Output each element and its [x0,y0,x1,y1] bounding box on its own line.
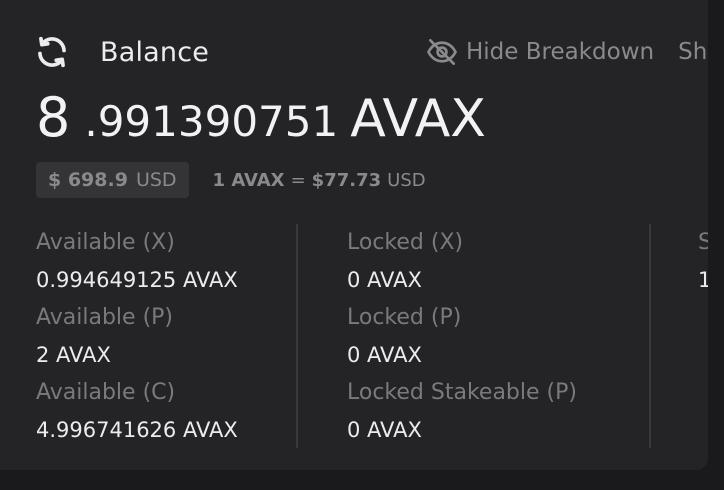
balance-unit: AVAX [350,89,486,149]
locked-x-label: Locked (X) [347,230,464,255]
breakdown-column-locked: Locked (X) 0 AVAX Locked (P) 0 AVAX Lock… [347,224,577,449]
breakdown-column-available: Available (X) 0.994649125 AVAX Available… [36,224,238,449]
locked-stakeable-p-value: 0 AVAX [347,418,422,442]
partial-label: S [698,230,708,255]
balance-header: Balance Hide Breakdown Sh [34,30,708,74]
available-x-value: 0.994649125 AVAX [36,268,238,292]
locked-p-label: Locked (P) [347,305,462,330]
usd-value-badge: $ 698.9 USD [36,162,189,198]
available-p-label: Available (P) [36,305,174,330]
page-title: Balance [100,36,210,68]
refresh-button[interactable] [34,34,70,70]
column-divider [649,224,651,448]
locked-stakeable-p-label: Locked Stakeable (P) [347,380,577,405]
hide-breakdown-button[interactable]: Hide Breakdown [426,38,654,66]
rate-lhs: 1 AVAX [212,169,285,191]
available-c-value: 4.996741626 AVAX [36,418,238,442]
refresh-icon [38,36,66,68]
column-divider [296,224,298,448]
usd-currency: USD [135,169,177,191]
rate-equals: = [290,169,306,191]
exchange-rate: 1 AVAX = $77.73 USD [213,170,426,191]
available-p-value: 2 AVAX [36,343,111,367]
eye-slash-icon [427,38,457,66]
header-actions: Hide Breakdown Sh [426,30,707,74]
balance-card: Balance Hide Breakdown Sh 8 .991390751 A… [0,0,708,470]
show-button-partial[interactable]: Sh [678,39,707,65]
rate-currency: USD [387,169,426,191]
balance-decimal: .991390751 [84,97,339,146]
locked-x-value: 0 AVAX [347,268,422,292]
total-balance: 8 .991390751 AVAX [36,86,486,149]
hide-breakdown-label: Hide Breakdown [466,39,655,65]
available-x-label: Available (X) [36,230,175,255]
available-c-label: Available (C) [36,380,176,405]
usd-amount: $ 698.9 [48,169,128,191]
balance-breakdown: Available (X) 0.994649125 AVAX Available… [0,224,708,450]
partial-value: 1 [698,268,708,292]
breakdown-column-partial: S 1 [698,224,708,299]
rate-rhs: $77.73 [311,169,382,191]
balance-integer: 8 [36,86,71,149]
price-row: $ 698.9 USD 1 AVAX = $77.73 USD [36,162,426,198]
locked-p-value: 0 AVAX [347,343,422,367]
